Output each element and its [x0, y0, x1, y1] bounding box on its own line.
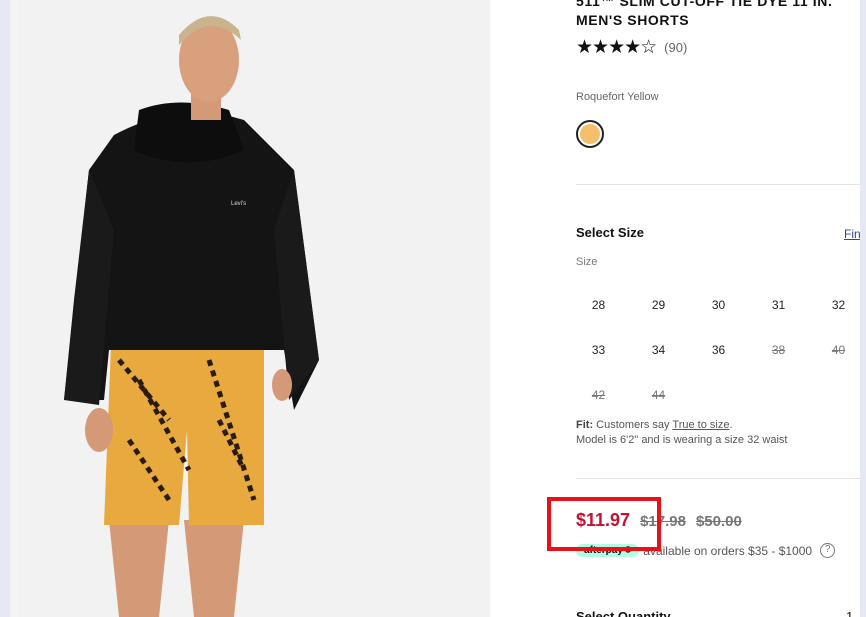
find-your-fit-link[interactable]: Find	[844, 227, 860, 241]
page-left-edge	[0, 0, 10, 617]
swatch-fill	[580, 124, 600, 144]
size-label: Size	[576, 256, 598, 268]
product-title: 511™ Slim Cut-Off Tie Dye 11 In. Men's S…	[576, 0, 833, 28]
color-name: Roquefort Yellow	[576, 91, 659, 103]
select-size-heading: Select Size	[576, 225, 644, 240]
size-option-28[interactable]: 28	[576, 298, 621, 312]
original-price: $50.00	[695, 513, 742, 530]
quantity-value[interactable]: 1	[846, 609, 853, 617]
star-rating-icon: ★★★★☆	[576, 37, 657, 58]
size-option-42-unavailable[interactable]: 42	[576, 388, 621, 402]
fit-text: Customers say	[596, 419, 670, 431]
size-option-30[interactable]: 30	[696, 298, 741, 312]
size-option-36[interactable]: 36	[696, 343, 741, 357]
product-image[interactable]: Levi's	[19, 0, 490, 617]
color-swatch-roquefort-yellow[interactable]	[576, 120, 604, 148]
size-option-31[interactable]: 31	[756, 298, 801, 312]
divider	[576, 184, 860, 185]
fit-prefix: Fit:	[576, 419, 594, 431]
select-quantity-label: Select Quantity	[576, 609, 671, 617]
size-option-34[interactable]: 34	[636, 343, 681, 357]
size-option-44-unavailable[interactable]: 44	[636, 388, 681, 402]
review-count[interactable]: (90)	[664, 40, 687, 55]
divider	[576, 478, 860, 479]
page-gutter	[10, 0, 19, 617]
rating-summary[interactable]: ★★★★☆ (90)	[576, 36, 687, 59]
size-option-32[interactable]: 32	[816, 298, 861, 312]
fit-note: Fit: Customers say True to size. Model i…	[576, 418, 787, 448]
size-option-33[interactable]: 33	[576, 343, 621, 357]
size-option-29[interactable]: 29	[636, 298, 681, 312]
model-photo: Levi's	[64, 16, 319, 617]
page-right-edge	[860, 0, 866, 617]
help-icon[interactable]: ?	[820, 543, 836, 558]
price-highlight-box	[547, 497, 661, 551]
size-option-38-unavailable[interactable]: 38	[756, 343, 801, 357]
fit-period: .	[729, 419, 733, 431]
svg-text:Levi's: Levi's	[231, 201, 246, 207]
afterpay-text: available on orders $35 - $1000	[643, 543, 813, 558]
model-note: Model is 6'2" and is wearing a size 32 w…	[576, 434, 788, 446]
size-option-40-unavailable[interactable]: 40	[816, 343, 861, 357]
true-to-size-link[interactable]: True to size	[672, 419, 729, 431]
